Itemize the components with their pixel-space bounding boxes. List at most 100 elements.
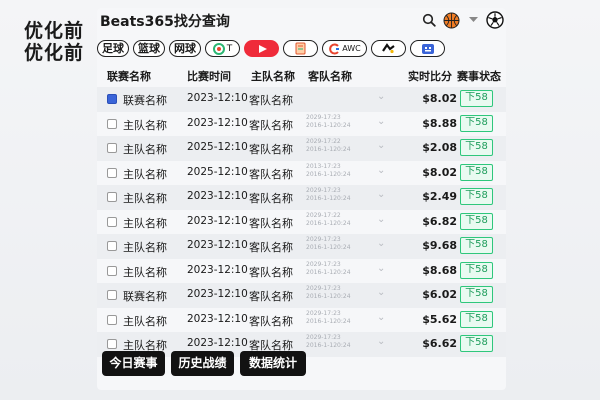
tab-provider-shield[interactable] — [410, 40, 445, 57]
data-stats-button[interactable]: 数据统计 — [240, 351, 306, 376]
tab-basketball[interactable]: 篮球 — [133, 40, 165, 57]
today-matches-button[interactable]: 今日赛事 — [102, 351, 165, 376]
row-away-team: 2029-17:22 2016-1-120:24 — [306, 212, 351, 228]
chevron-down-icon[interactable]: ⌄ — [377, 312, 385, 323]
row-checkbox[interactable] — [107, 192, 117, 202]
col-league[interactable]: 联赛名称 — [107, 68, 151, 84]
row-league: 主队名称 — [123, 314, 167, 328]
row-away-line2: 2016-1-120:24 — [306, 244, 351, 251]
tab-provider-gem[interactable]: T — [205, 40, 240, 57]
col-time[interactable]: 比赛时间 — [187, 68, 231, 84]
row-status-badge[interactable]: 下58 — [460, 212, 493, 230]
tab-provider-document[interactable] — [283, 40, 318, 57]
table-row[interactable]: 主队名称 2023-12:10 客队名称 2029-17:23 2016-1-120:2… — [97, 259, 506, 284]
col-home[interactable]: 主队名称 — [251, 68, 295, 84]
shield-grid-icon — [421, 43, 434, 54]
row-status-badge[interactable]: 下58 — [460, 188, 493, 205]
search-icon[interactable] — [420, 11, 438, 29]
shape-icon — [382, 43, 395, 54]
chevron-down-icon[interactable]: ⌄ — [377, 214, 385, 225]
history-record-button[interactable]: 历史战绩 — [171, 351, 234, 376]
row-checkbox[interactable] — [107, 339, 117, 349]
soccer-ball-icon[interactable] — [486, 11, 504, 29]
row-live-score: $6.82 — [422, 214, 457, 228]
row-status-badge[interactable]: 下58 — [460, 261, 493, 279]
tab-provider-shape[interactable] — [371, 40, 406, 57]
swirl-icon — [329, 43, 340, 54]
row-away-line2: 2016-1-120:24 — [306, 146, 351, 153]
row-checkbox[interactable] — [107, 314, 117, 325]
chevron-down-icon[interactable]: ⌄ — [377, 287, 385, 298]
table-row[interactable]: 主队名称 2025-12:10 客队名称 2029-17:22 2016-1-120:2… — [97, 136, 506, 161]
table-row[interactable]: 主队名称 2023-12:10 客队名称 2029-17:23 2016-1-120:2… — [97, 308, 506, 333]
table-row[interactable]: 主队名称 2023-12:10 客队名称 2029-17:23 2016-1-120:2… — [97, 234, 506, 259]
row-checkbox[interactable] — [107, 265, 117, 276]
chevron-down-icon[interactable]: ⌄ — [377, 238, 385, 249]
tab-tennis[interactable]: 网球 — [169, 40, 201, 57]
row-away-line1: 2029-17:23 — [306, 236, 341, 243]
row-checkbox[interactable] — [107, 94, 117, 104]
chevron-down-icon[interactable]: ⌄ — [377, 165, 385, 176]
row-away-line1: 2013-17:23 — [306, 162, 341, 170]
row-away-line2: 2016-1-120:24 — [306, 195, 351, 202]
row-home-team: 客队名称 — [249, 192, 293, 205]
row-status-badge[interactable]: 下58 — [460, 139, 493, 156]
row-checkbox[interactable] — [107, 118, 117, 129]
col-score[interactable]: 实时比分 — [408, 68, 452, 84]
row-live-score: $8.02 — [422, 165, 457, 179]
row-league: 主队名称 — [123, 167, 167, 181]
table-header: 联赛名称 比赛时间 主队名称 客队名称 实时比分 赛事状态 — [97, 65, 506, 85]
tab-provider-awc[interactable]: AWC — [322, 40, 367, 57]
row-home-team: 客队名称 — [249, 314, 293, 328]
row-match-time: 2025-12:10 — [187, 165, 248, 178]
row-match-time: 2023-12:10 — [187, 312, 248, 325]
row-status-badge[interactable]: 下58 — [460, 237, 493, 254]
row-away-team: 2029-17:23 2016-1-120:24 — [306, 261, 351, 277]
row-live-score: $2.49 — [422, 190, 457, 203]
table-row[interactable]: 主队名称 2023-12:10 客队名称 2029-17:22 2016-1-120:2… — [97, 210, 506, 235]
row-away-line2: 2016-1-120:24 — [306, 293, 351, 300]
row-status-badge[interactable]: 下58 — [460, 114, 493, 132]
col-away[interactable]: 客队名称 — [308, 68, 352, 84]
row-away-line1: 2029-17:23 — [306, 260, 341, 268]
row-away-line1: 2029-17:22 — [306, 211, 341, 219]
footer-actions: 今日赛事 历史战绩 数据统计 — [102, 351, 306, 376]
row-checkbox[interactable] — [107, 143, 117, 153]
row-away-line1: 2029-17:23 — [306, 309, 341, 317]
row-status-badge[interactable]: 下58 — [460, 286, 493, 303]
row-status-badge[interactable]: 下58 — [460, 310, 493, 328]
row-checkbox[interactable] — [107, 241, 117, 251]
chevron-down-icon[interactable]: ⌄ — [377, 263, 385, 274]
row-checkbox[interactable] — [107, 167, 117, 178]
row-status-badge[interactable]: 下58 — [460, 163, 493, 181]
col-status[interactable]: 赛事状态 — [457, 68, 501, 84]
chevron-down-icon[interactable]: ⌄ — [377, 91, 385, 102]
row-status-badge[interactable]: 下58 — [460, 90, 493, 107]
row-live-score: $9.68 — [422, 239, 457, 252]
row-home-team: 客队名称 — [249, 241, 293, 254]
dropdown-caret-icon[interactable] — [464, 11, 482, 29]
table-row[interactable]: 主队名称 2023-12:10 客队名称 2029-17:23 2016-1-120:2… — [97, 112, 506, 137]
row-league: 联赛名称 — [123, 94, 167, 107]
tab-provider-play[interactable] — [244, 40, 279, 57]
row-match-time: 2023-12:10 — [187, 337, 248, 349]
table-row[interactable]: 主队名称 2023-12:10 客队名称 2029-17:23 2016-1-120:2… — [97, 185, 506, 210]
row-checkbox[interactable] — [107, 216, 117, 227]
row-away-team: 2029-17:23 2016-1-120:24 — [306, 114, 351, 130]
row-live-score: $6.62 — [422, 337, 457, 350]
table-row[interactable]: 联赛名称 2023-12:10 客队名称 2029-17:23 2016-1-120:2… — [97, 283, 506, 308]
row-away-team: 2029-17:23 2016-1-120:24 — [306, 310, 351, 326]
table-row[interactable]: 联赛名称 2023-12:10 客队名称 ⌄ $8.02 下58 — [97, 87, 506, 112]
basketball-icon[interactable] — [442, 11, 460, 29]
chevron-down-icon[interactable]: ⌄ — [377, 336, 385, 347]
chevron-down-icon[interactable]: ⌄ — [377, 189, 385, 200]
tab-football[interactable]: 足球 — [97, 40, 129, 57]
row-status-badge[interactable]: 下58 — [460, 335, 493, 352]
row-checkbox[interactable] — [107, 290, 117, 300]
sport-tabs: 足球 篮球 网球 T AWC — [97, 40, 445, 58]
row-home-team: 客队名称 — [249, 290, 293, 303]
chevron-down-icon[interactable]: ⌄ — [377, 116, 385, 127]
chevron-down-icon[interactable]: ⌄ — [377, 140, 385, 151]
row-live-score: $8.02 — [422, 92, 457, 105]
table-row[interactable]: 主队名称 2025-12:10 客队名称 2013-17:23 2016-1-120:2… — [97, 161, 506, 186]
